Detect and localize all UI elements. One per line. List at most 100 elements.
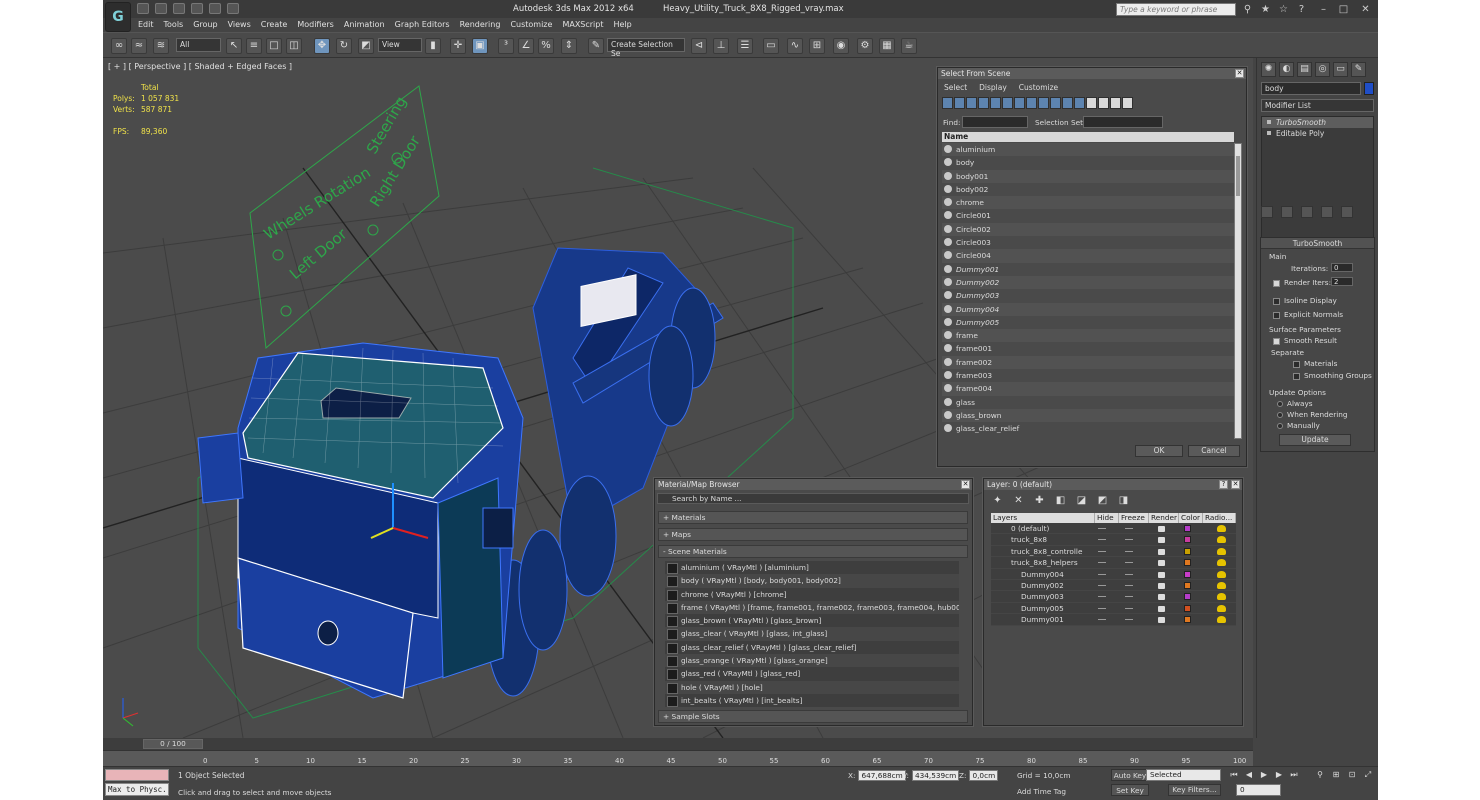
smooth-result-row[interactable]: Smooth Result bbox=[1273, 336, 1337, 345]
render-toggle-icon[interactable] bbox=[1158, 571, 1165, 578]
configure-sets-icon[interactable] bbox=[1341, 206, 1353, 218]
freeze-toggle[interactable] bbox=[1125, 562, 1133, 564]
layer-name[interactable]: truck_8x8 bbox=[1011, 534, 1047, 545]
section-scene-materials[interactable]: - Scene Materials bbox=[658, 545, 968, 558]
layer-row[interactable]: 0 (default) bbox=[991, 523, 1236, 535]
list-item[interactable]: chrome bbox=[942, 196, 1234, 210]
list-item[interactable]: body bbox=[942, 156, 1234, 170]
radiosity-icon[interactable] bbox=[1217, 604, 1226, 612]
selection-filter-dropdown[interactable]: All bbox=[176, 38, 221, 52]
render-iters-value[interactable]: 2 bbox=[1331, 277, 1353, 286]
hide-toggle[interactable] bbox=[1098, 550, 1106, 552]
help-search-input[interactable]: Type a keyword or phrase bbox=[1116, 3, 1236, 16]
render-iters-spinner[interactable]: 2 bbox=[1331, 277, 1353, 286]
layer-color-swatch[interactable] bbox=[1184, 536, 1191, 544]
list-item[interactable]: Dummy005 bbox=[942, 315, 1234, 330]
always-row[interactable]: Always bbox=[1277, 399, 1313, 408]
y-coord-value[interactable]: 434,539cm bbox=[911, 770, 960, 781]
list-item[interactable]: frame002 bbox=[942, 355, 1234, 370]
isoline-checkbox[interactable] bbox=[1273, 297, 1280, 305]
ribbon-icon[interactable]: ▭ bbox=[763, 38, 779, 54]
layer-row[interactable]: truck_8x8_controlle bbox=[991, 545, 1236, 558]
render-toggle-icon[interactable] bbox=[1158, 617, 1165, 624]
layer-row[interactable]: Dummy005 bbox=[991, 602, 1236, 615]
when-rendering-row[interactable]: When Rendering bbox=[1277, 410, 1348, 419]
keyboard-shortcut-icon[interactable]: ▣ bbox=[472, 38, 488, 54]
help-icon[interactable]: ? bbox=[1296, 4, 1307, 15]
filter-shapes-icon[interactable] bbox=[954, 97, 965, 109]
go-to-start-icon[interactable]: ⏮ bbox=[1229, 770, 1239, 780]
filter-cameras-icon[interactable] bbox=[978, 97, 989, 109]
hierarchy-tab-icon[interactable]: ▤ bbox=[1297, 62, 1312, 77]
go-to-end-icon[interactable]: ⏭ bbox=[1289, 770, 1299, 780]
select-object-icon[interactable]: ↖ bbox=[226, 38, 242, 54]
freeze-toggle[interactable] bbox=[1125, 573, 1133, 575]
freeze-all-icon[interactable]: ◨ bbox=[1118, 495, 1129, 506]
material-item[interactable]: body ( VRayMtl ) [body, body001, body002… bbox=[665, 574, 959, 588]
update-button[interactable]: Update bbox=[1279, 434, 1351, 446]
current-frame-input[interactable]: 0 bbox=[1236, 784, 1281, 796]
list-item[interactable]: frame001 bbox=[942, 342, 1234, 356]
modifier-list-dropdown[interactable]: Modifier List bbox=[1261, 99, 1374, 112]
spinner-snap-icon[interactable]: ⇕ bbox=[561, 38, 577, 54]
smooth-result-checkbox[interactable] bbox=[1273, 337, 1280, 345]
minimize-icon[interactable]: – bbox=[1318, 4, 1329, 15]
smoothing-groups-checkbox[interactable] bbox=[1293, 372, 1300, 380]
list-item[interactable]: frame004 bbox=[942, 382, 1234, 396]
maximize-icon[interactable]: □ bbox=[1338, 4, 1349, 15]
move-icon[interactable]: ✥ bbox=[314, 38, 330, 54]
render-toggle-icon[interactable] bbox=[1158, 537, 1165, 544]
section-maps[interactable]: + Maps bbox=[658, 528, 968, 541]
list-item[interactable]: Circle003 bbox=[942, 236, 1234, 250]
time-slider[interactable]: 0 / 100 bbox=[143, 739, 203, 749]
list-item[interactable]: Dummy002 bbox=[942, 275, 1234, 290]
new-file-icon[interactable] bbox=[137, 3, 149, 14]
redo-icon[interactable] bbox=[209, 3, 221, 14]
material-item[interactable]: glass_orange ( VRayMtl ) [glass_orange] bbox=[665, 654, 959, 668]
bind-spacewarp-icon[interactable]: ≋ bbox=[153, 38, 169, 54]
rotate-icon[interactable]: ↻ bbox=[336, 38, 352, 54]
key-selection-dropdown[interactable]: Selected bbox=[1146, 769, 1221, 781]
menu-tools[interactable]: Tools bbox=[159, 18, 189, 32]
hide-toggle[interactable] bbox=[1098, 596, 1106, 598]
hide-toggle[interactable] bbox=[1098, 607, 1106, 609]
layer-color-swatch[interactable] bbox=[1184, 581, 1191, 589]
smoothing-groups-row[interactable]: Smoothing Groups bbox=[1293, 371, 1372, 380]
render-toggle-icon[interactable] bbox=[1158, 526, 1165, 532]
delete-layer-icon[interactable]: ✕ bbox=[1013, 495, 1024, 506]
zoom-all-icon[interactable]: ⊞ bbox=[1331, 770, 1341, 780]
zoom-extents-icon[interactable]: ⊡ bbox=[1347, 770, 1357, 780]
layer-name[interactable]: Dummy001 bbox=[1021, 614, 1064, 625]
close-icon[interactable]: ✕ bbox=[1235, 69, 1244, 78]
track-bar[interactable]: 0 5 10 15 20 25 30 35 40 45 50 55 60 65 70 75 80 85 90 95 10… bbox=[103, 750, 1253, 766]
object-name-input[interactable]: body bbox=[1261, 82, 1361, 95]
iterations-spinner[interactable]: 0 bbox=[1331, 263, 1353, 272]
col-freeze[interactable]: Freeze bbox=[1119, 513, 1149, 523]
material-item[interactable]: chrome ( VRayMtl ) [chrome] bbox=[665, 587, 959, 601]
menu-graph-editors[interactable]: Graph Editors bbox=[390, 18, 455, 32]
display-all-icon[interactable] bbox=[1086, 97, 1097, 109]
filter-containers-icon[interactable] bbox=[1050, 97, 1061, 109]
render-toggle-icon[interactable] bbox=[1158, 548, 1165, 555]
material-item[interactable]: aluminium ( VRayMtl ) [aluminium] bbox=[665, 561, 959, 575]
make-unique-icon[interactable] bbox=[1301, 206, 1313, 218]
link-icon[interactable]: ∞ bbox=[111, 38, 127, 54]
filter-lights-icon[interactable] bbox=[966, 97, 977, 109]
layer-color-swatch[interactable] bbox=[1184, 547, 1191, 555]
isoline-row[interactable]: Isoline Display bbox=[1273, 296, 1337, 305]
layer-color-swatch[interactable] bbox=[1184, 593, 1191, 601]
z-coord-value[interactable]: 0,0cm bbox=[969, 770, 999, 781]
auto-key-button[interactable]: Auto Key bbox=[1111, 769, 1149, 781]
layer-name[interactable]: truck_8x8_helpers bbox=[1011, 557, 1078, 568]
scale-icon[interactable]: ◩ bbox=[358, 38, 374, 54]
material-item[interactable]: int_bealts ( VRayMtl ) [int_bealts] bbox=[665, 693, 959, 707]
list-item[interactable]: body002 bbox=[942, 182, 1234, 197]
maximize-viewport-icon[interactable]: ⤢ bbox=[1363, 770, 1373, 780]
layer-name[interactable]: Dummy003 bbox=[1021, 591, 1064, 602]
modify-tab-icon[interactable]: ◐ bbox=[1279, 62, 1294, 77]
freeze-toggle[interactable] bbox=[1125, 596, 1133, 598]
menu-rendering[interactable]: Rendering bbox=[455, 18, 506, 32]
scene-list-scrollbar[interactable] bbox=[1234, 143, 1242, 439]
undo-icon[interactable] bbox=[191, 3, 203, 14]
list-item[interactable]: frame bbox=[942, 329, 1234, 343]
